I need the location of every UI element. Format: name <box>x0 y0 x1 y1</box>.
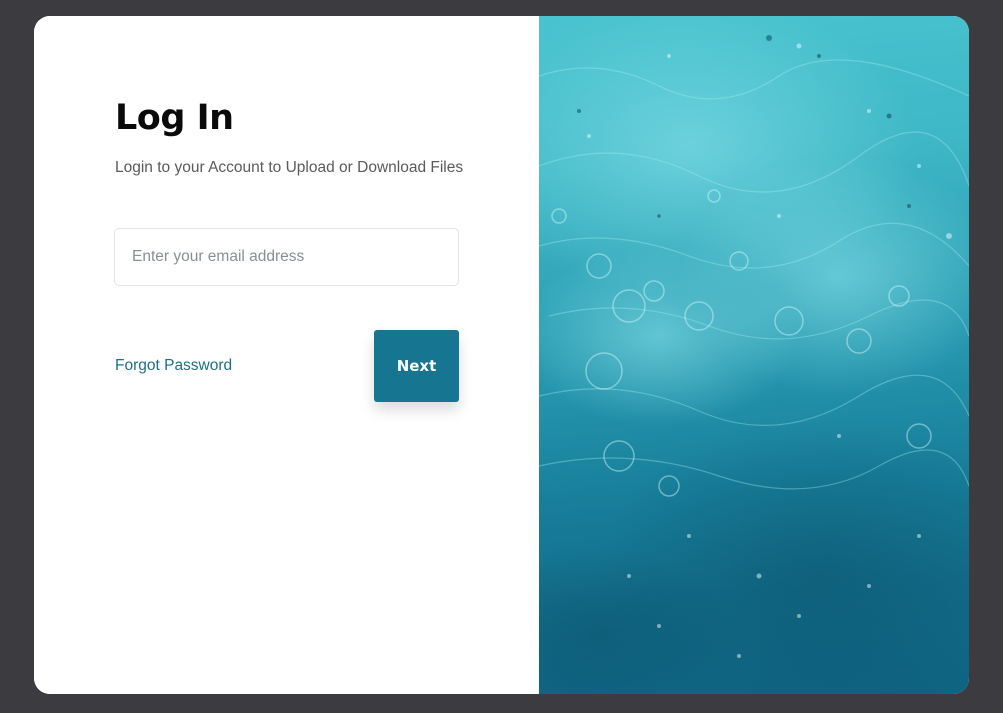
water-texture-svg <box>539 16 969 694</box>
page-title: Log In <box>115 98 234 138</box>
next-button[interactable]: Next <box>374 330 459 402</box>
water-surface-image <box>539 16 969 694</box>
page-subtitle: Login to your Account to Upload or Downl… <box>115 159 464 176</box>
login-card: Log In Login to your Account to Upload o… <box>34 16 969 694</box>
forgot-password-link[interactable]: Forgot Password <box>115 357 232 375</box>
login-form-panel: Log In Login to your Account to Upload o… <box>34 16 539 694</box>
email-field[interactable] <box>114 228 459 286</box>
